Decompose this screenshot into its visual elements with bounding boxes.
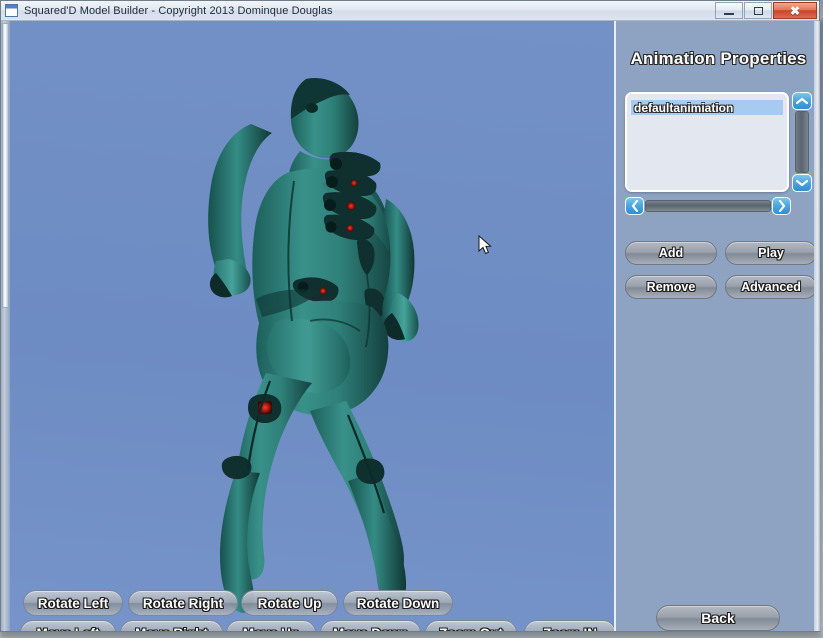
chevron-right-icon bbox=[778, 200, 785, 212]
minimize-button[interactable] bbox=[715, 2, 743, 19]
minimize-icon bbox=[724, 12, 734, 15]
play-button[interactable]: Play bbox=[725, 241, 817, 265]
move-right-button[interactable]: Move Right bbox=[120, 620, 223, 631]
list-item[interactable]: defaultanimiation bbox=[631, 100, 783, 115]
rotate-right-button[interactable]: Rotate Right bbox=[128, 590, 238, 616]
panel-title: Animation Properties bbox=[630, 49, 807, 68]
chevron-down-icon bbox=[796, 179, 808, 187]
rotate-left-label: Rotate Left bbox=[37, 595, 109, 611]
rotate-right-label: Rotate Right bbox=[142, 595, 224, 611]
app-window-icon bbox=[5, 4, 18, 17]
animation-properties-panel: Animation Properties defaultanimiation A… bbox=[616, 21, 819, 631]
remove-label: Remove bbox=[646, 280, 696, 294]
application-window: Squared'D Model Builder - Copyright 2013… bbox=[0, 0, 820, 632]
list-horizontal-scrollbar[interactable] bbox=[625, 197, 791, 215]
advanced-button[interactable]: Advanced bbox=[725, 275, 817, 299]
rotate-up-button[interactable]: Rotate Up bbox=[241, 590, 338, 616]
play-label: Play bbox=[758, 246, 784, 260]
list-item-label: defaultanimiation bbox=[634, 100, 734, 115]
animation-list[interactable]: defaultanimiation bbox=[625, 92, 789, 192]
maximize-button[interactable] bbox=[744, 2, 772, 19]
scroll-down-button[interactable] bbox=[792, 174, 812, 192]
scroll-right-button[interactable] bbox=[772, 197, 791, 215]
left-scroll-gutter[interactable] bbox=[1, 21, 10, 631]
advanced-label: Advanced bbox=[741, 280, 801, 294]
screenshot-root: ........................... a for OpenGL… bbox=[0, 0, 823, 638]
client-area: Rotate Left Rotate Right Rotate Up Rotat… bbox=[1, 21, 819, 631]
move-down-button[interactable]: Move Down bbox=[320, 620, 421, 631]
remove-button[interactable]: Remove bbox=[625, 275, 717, 299]
rotate-left-button[interactable]: Rotate Left bbox=[23, 590, 123, 616]
title-bar[interactable]: Squared'D Model Builder - Copyright 2013… bbox=[1, 1, 819, 21]
add-label: Add bbox=[658, 246, 684, 260]
scroll-up-button[interactable] bbox=[792, 92, 812, 110]
maximize-icon bbox=[753, 6, 763, 15]
move-down-label: Move Down bbox=[333, 626, 408, 632]
move-up-label: Move Up bbox=[243, 626, 299, 632]
zoom-in-label: Zoom IN bbox=[543, 626, 597, 632]
scroll-track[interactable] bbox=[795, 111, 809, 173]
3d-model-viewport[interactable]: Rotate Left Rotate Right Rotate Up Rotat… bbox=[10, 21, 616, 631]
scroll-left-button[interactable] bbox=[625, 197, 644, 215]
move-left-button[interactable]: Move Left bbox=[20, 620, 116, 631]
move-up-button[interactable]: Move Up bbox=[226, 620, 316, 631]
rotate-down-label: Rotate Down bbox=[356, 595, 440, 611]
close-button[interactable]: ✖ bbox=[773, 2, 817, 19]
move-left-label: Move Left bbox=[36, 626, 99, 632]
chevron-up-icon bbox=[796, 97, 808, 105]
zoom-out-label: Zoom Out bbox=[439, 626, 503, 632]
zoom-in-button[interactable]: Zoom IN bbox=[524, 620, 614, 632]
window-controls: ✖ bbox=[715, 2, 817, 19]
move-right-label: Move Right bbox=[135, 626, 208, 632]
rotate-up-label: Rotate Up bbox=[257, 595, 322, 611]
close-icon: ✖ bbox=[789, 3, 801, 18]
zoom-out-button[interactable]: Zoom Out bbox=[425, 620, 517, 631]
chevron-left-icon bbox=[631, 200, 638, 212]
rotate-down-button[interactable]: Rotate Down bbox=[343, 590, 453, 616]
window-title: Squared'D Model Builder - Copyright 2013… bbox=[24, 4, 333, 17]
add-button[interactable]: Add bbox=[625, 241, 717, 265]
character-model bbox=[208, 77, 419, 613]
left-scroll-thumb[interactable] bbox=[2, 23, 9, 308]
scroll-track-horizontal[interactable] bbox=[645, 200, 771, 212]
back-label: Back bbox=[701, 610, 735, 626]
window-right-edge bbox=[814, 21, 820, 631]
list-vertical-scrollbar[interactable] bbox=[792, 92, 812, 192]
back-button[interactable]: Back bbox=[656, 605, 780, 631]
